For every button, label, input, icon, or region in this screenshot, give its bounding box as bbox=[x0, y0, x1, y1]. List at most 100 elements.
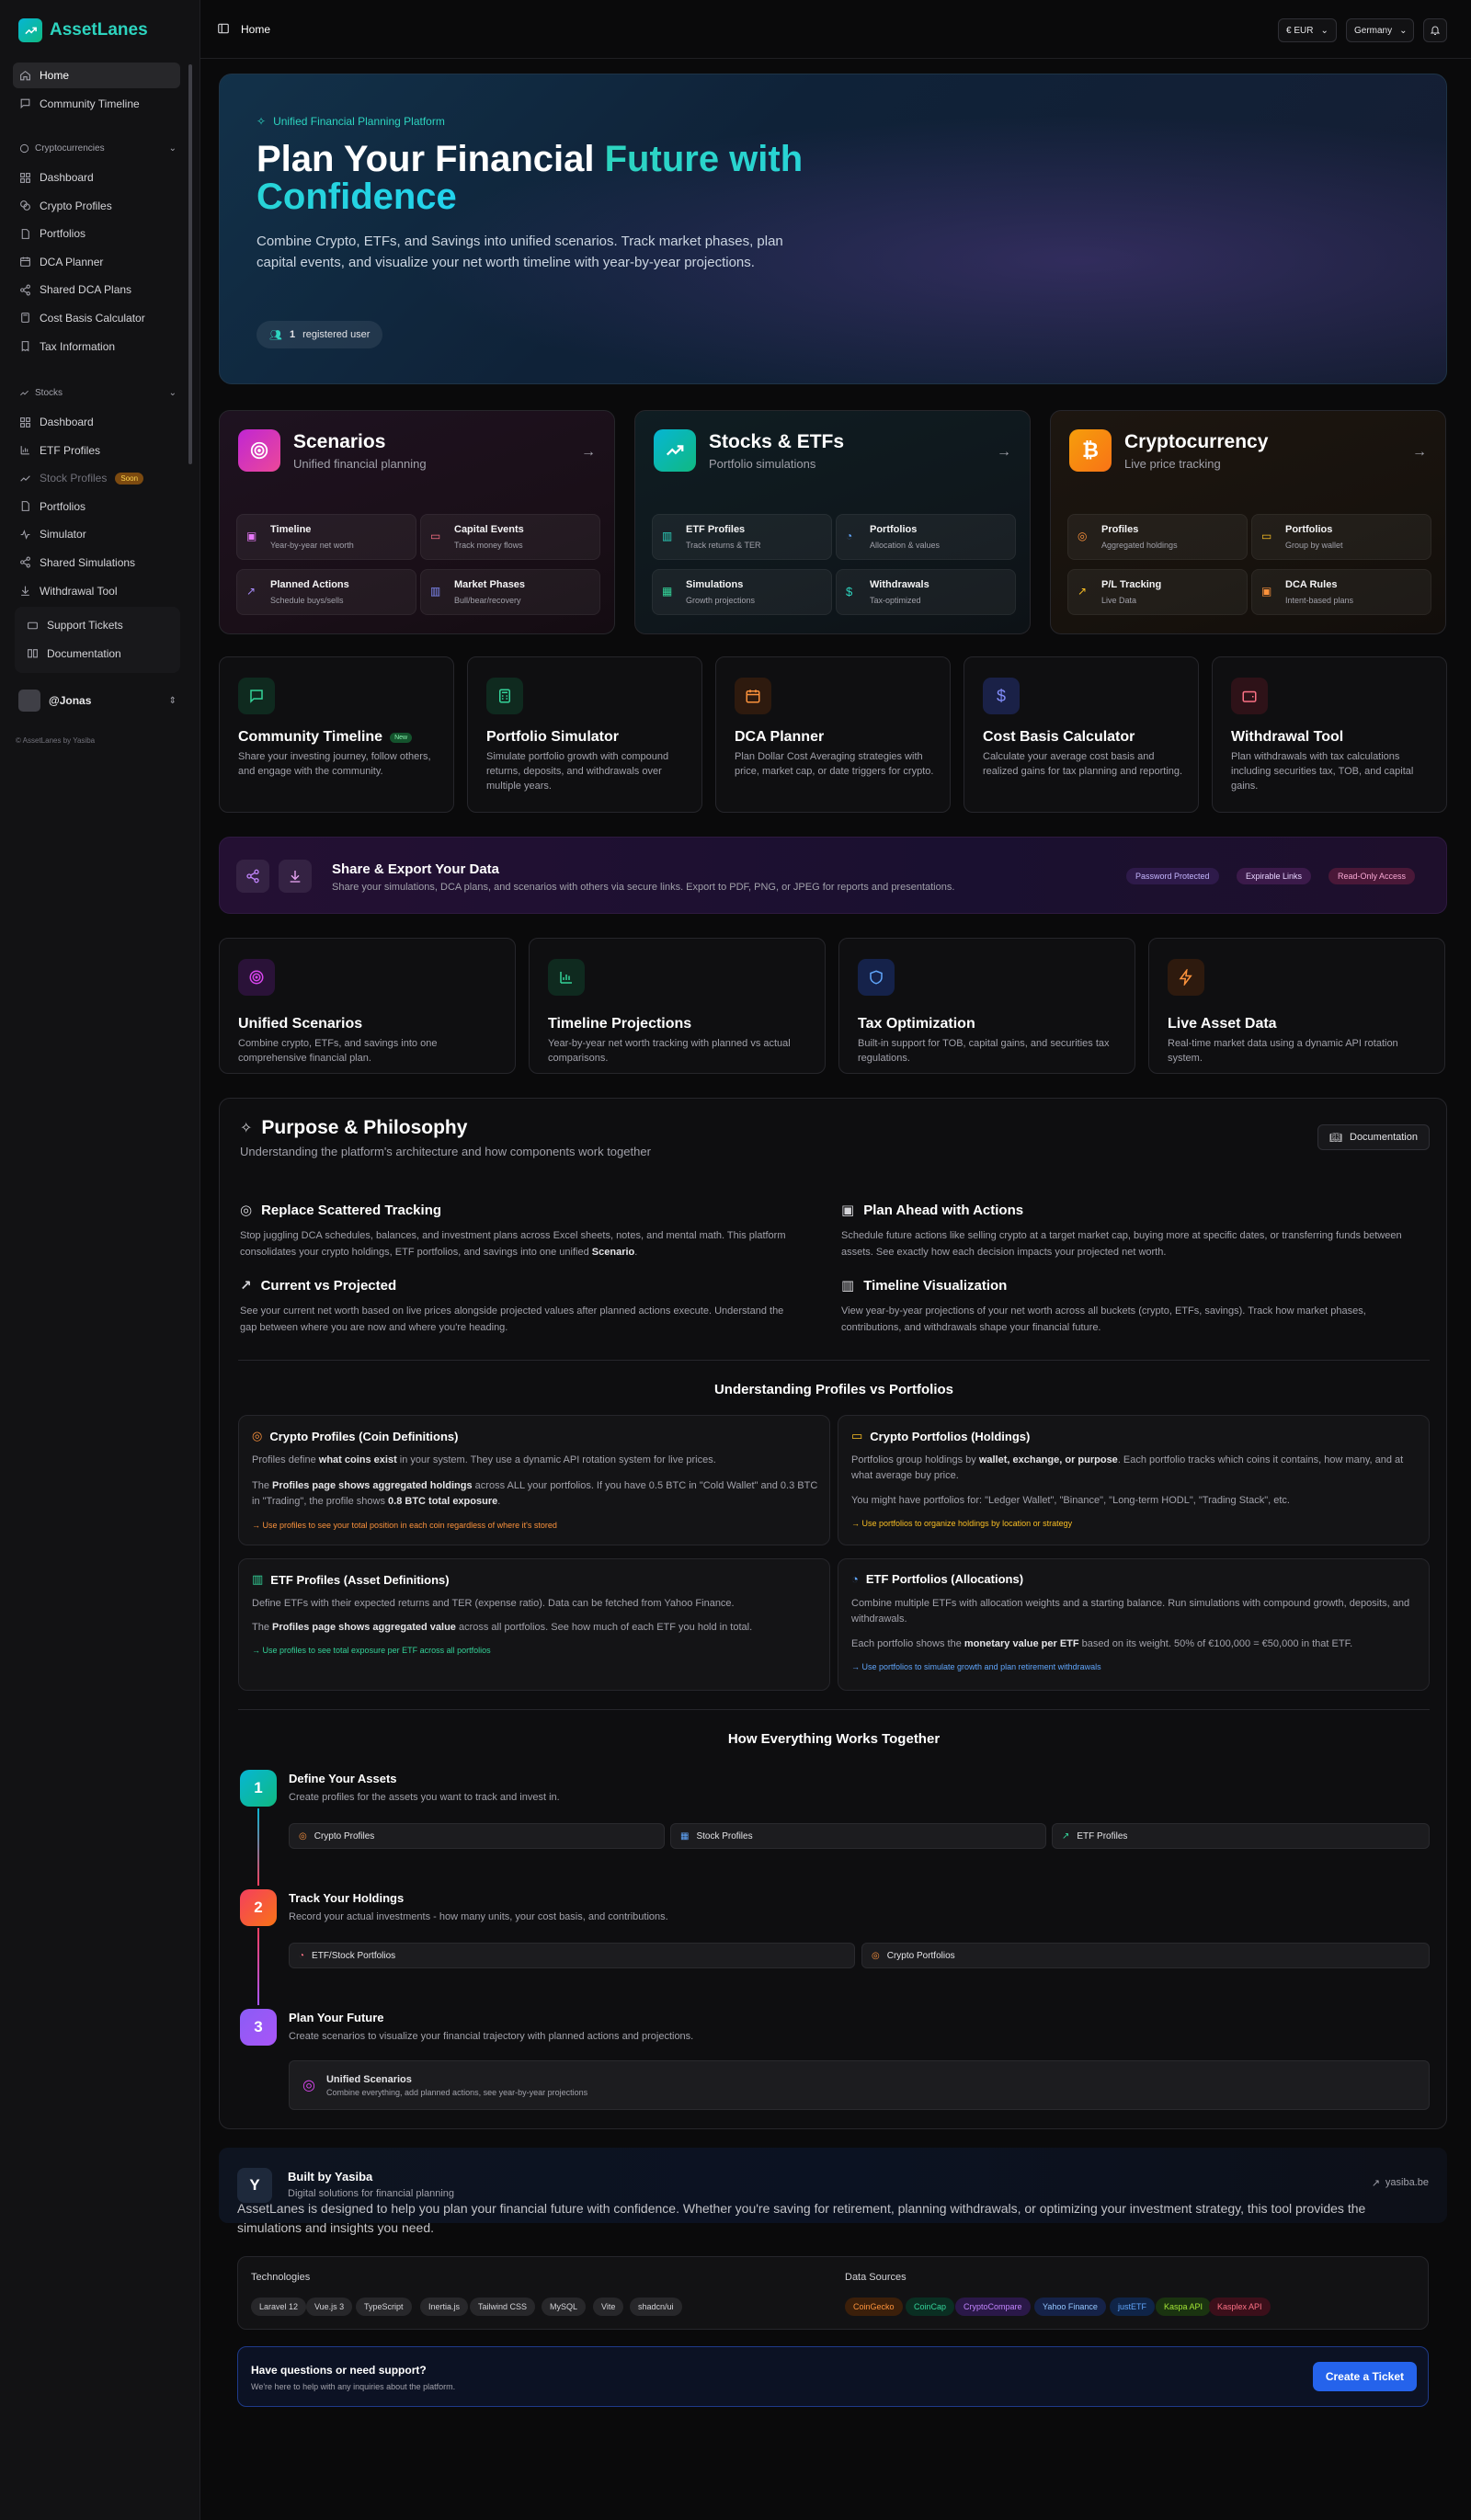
sidebar-item-cost-basis-calculator[interactable]: Cost Basis Calculator bbox=[13, 305, 180, 331]
tile-timeline[interactable]: ▣ Timeline Year-by-year net worth bbox=[236, 514, 416, 560]
create-ticket-button[interactable]: Create a Ticket bbox=[1312, 2362, 1417, 2391]
sidebar-item-shared-simulations[interactable]: Shared Simulations bbox=[13, 550, 180, 576]
data-source-tag: Yahoo Finance bbox=[1034, 2298, 1106, 2316]
tech-tag: MySQL bbox=[542, 2298, 587, 2316]
purpose-subtitle: Understanding the platform's architectur… bbox=[240, 1145, 651, 1158]
sidebar-item-dca-planner[interactable]: DCA Planner bbox=[13, 249, 180, 275]
how-it-works-title: How Everything Works Together bbox=[727, 1731, 941, 1747]
etf-profiles-hint: → Use profiles to see total exposure per… bbox=[252, 1646, 491, 1655]
sidebar-item-documentation[interactable]: Documentation bbox=[20, 641, 175, 667]
sidebar-item-stock-profiles[interactable]: Stock Profiles Soon bbox=[13, 465, 180, 491]
portfolio-simulator-card[interactable]: Portfolio Simulator Simulate portfolio g… bbox=[467, 656, 702, 813]
tile-pl-tracking[interactable]: ↗ P/L Tracking Live Data bbox=[1067, 569, 1248, 615]
cryptocurrency-card[interactable]: ₿ Cryptocurrency Live price tracking → ◎… bbox=[1050, 410, 1446, 634]
tech-tag: Tailwind CSS bbox=[470, 2298, 536, 2316]
wallet-icon: ▭ bbox=[1261, 530, 1272, 542]
book-icon bbox=[28, 649, 38, 658]
sidebar-item-shared-dca-plans[interactable]: Shared DCA Plans bbox=[13, 277, 180, 302]
calendar-icon: ▣ bbox=[841, 1203, 855, 1218]
activity-icon bbox=[20, 529, 30, 540]
sidebar-toggle-icon[interactable] bbox=[217, 22, 230, 35]
bell-icon bbox=[1430, 26, 1441, 35]
community-timeline-card[interactable]: Community Timeline New Share your investi… bbox=[219, 656, 454, 813]
home-icon bbox=[20, 70, 30, 80]
etf-portfolios-hint: → Use portfolios to simulate growth and … bbox=[851, 1662, 1101, 1671]
chip-stock-profiles[interactable]: ▦ Stock Profiles bbox=[670, 1823, 1046, 1849]
purpose-section: ✧ Purpose & Philosophy Understanding the … bbox=[219, 1098, 1447, 2129]
documentation-button[interactable]: 📖︎ Documentation bbox=[1317, 1124, 1430, 1150]
tile-portfolios[interactable]: ◔ Portfolios Allocation & values bbox=[836, 514, 1016, 560]
calendar-icon bbox=[20, 257, 30, 268]
tile-capital-events[interactable]: ▭ Capital Events Track money flows bbox=[420, 514, 600, 560]
tile-withdrawals[interactable]: $ Withdrawals Tax-optimized bbox=[836, 569, 1016, 615]
data-source-tag: Kaspa API bbox=[1156, 2298, 1212, 2316]
cost-basis-calculator-card[interactable]: $ Cost Basis Calculator Calculate your a… bbox=[964, 656, 1199, 813]
tech-tag: Laravel 12 bbox=[251, 2298, 307, 2316]
share-export-banner: Share & Export Your Data Share your simu… bbox=[219, 837, 1447, 914]
hero-subtitle: Combine Crypto, ETFs, and Savings into u… bbox=[257, 234, 783, 270]
registered-users-chip: 👥︎ 1 registered user bbox=[257, 321, 383, 348]
point-desc: See your current net worth based on live… bbox=[240, 1306, 784, 1333]
sidebar-item-tax-information[interactable]: Tax Information bbox=[13, 334, 180, 359]
tile-dca-rules[interactable]: ▣ DCA Rules Intent-based plans bbox=[1251, 569, 1431, 615]
group-cryptocurrencies[interactable]: Cryptocurrencies ⌄ bbox=[13, 138, 180, 158]
trend-icon bbox=[20, 475, 30, 482]
sidebar-item-support-tickets[interactable]: Support Tickets bbox=[20, 612, 175, 638]
group-stocks[interactable]: Stocks ⌄ bbox=[13, 382, 180, 403]
point-title: ▥ Timeline Visualization bbox=[841, 1277, 1008, 1294]
sidebar-item-withdrawal-tool[interactable]: Withdrawal Tool bbox=[13, 578, 180, 604]
share-desc: Share your simulations, DCA plans, and s… bbox=[332, 882, 955, 893]
divider bbox=[238, 1360, 1430, 1361]
tech-tag: TypeScript bbox=[356, 2298, 412, 2316]
trend-logo-icon bbox=[18, 18, 42, 42]
tile-market-phases[interactable]: ▥ Market Phases Bull/bear/recovery bbox=[420, 569, 600, 615]
tile-crypto-portfolios[interactable]: ▭ Portfolios Group by wallet bbox=[1251, 514, 1431, 560]
tile-planned-actions[interactable]: ↗ Planned Actions Schedule buys/sells bbox=[236, 569, 416, 615]
tile-etf-profiles[interactable]: ▥ ETF Profiles Track returns & TER bbox=[652, 514, 832, 560]
sparkles-icon: ✧ bbox=[240, 1121, 253, 1136]
external-link-icon: ↗ bbox=[1371, 2178, 1380, 2189]
chip-etf-stock-portfolios[interactable]: ◔ ETF/Stock Portfolios bbox=[289, 1943, 855, 1968]
chevrons-updown-icon: ⇕ bbox=[168, 695, 177, 706]
trend-icon: ↗ bbox=[246, 585, 257, 598]
chip-crypto-portfolios[interactable]: ◎ Crypto Portfolios bbox=[861, 1943, 1430, 1968]
chip-unified-scenarios[interactable]: ◎ Unified Scenarios Combine everything, a… bbox=[289, 2060, 1430, 2110]
withdrawal-tool-card[interactable]: Withdrawal Tool Plan withdrawals with ta… bbox=[1212, 656, 1447, 813]
stocks-etfs-card[interactable]: Stocks & ETFs Portfolio simulations → ▥ E… bbox=[634, 410, 1031, 634]
sidebar-item-community-timeline[interactable]: Community Timeline bbox=[13, 91, 180, 117]
profiles-hint: → Use profiles to see your total positio… bbox=[252, 1521, 557, 1530]
chip-read-only-access: Read-Only Access bbox=[1328, 868, 1416, 884]
app-logo[interactable]: AssetLanes bbox=[18, 18, 148, 42]
user-menu[interactable]: @Jonas ⇕ bbox=[13, 686, 182, 715]
yasiba-link[interactable]: ↗ yasiba.be bbox=[1372, 2177, 1429, 2189]
sidebar-item-crypto-dashboard[interactable]: Dashboard bbox=[13, 165, 180, 190]
sidebar-item-crypto-profiles[interactable]: Crypto Profiles bbox=[13, 193, 180, 219]
chip-etf-profiles[interactable]: ↗ ETF Profiles bbox=[1052, 1823, 1430, 1849]
app-name: AssetLanes bbox=[50, 20, 148, 40]
grid-icon: ▦ bbox=[680, 1830, 690, 1842]
sidebar-item-home[interactable]: Home bbox=[13, 63, 180, 88]
file-icon bbox=[21, 501, 29, 512]
sidebar-item-etf-profiles[interactable]: ETF Profiles bbox=[13, 438, 180, 463]
shield-icon bbox=[858, 959, 895, 996]
step-title: Define Your Assets bbox=[289, 1772, 397, 1785]
chip-crypto-profiles[interactable]: ◎ Crypto Profiles bbox=[289, 1823, 665, 1849]
divider bbox=[238, 1709, 1430, 1710]
tile-simulations[interactable]: ▦ Simulations Growth projections bbox=[652, 569, 832, 615]
sidebar-item-crypto-portfolios[interactable]: Portfolios bbox=[13, 221, 180, 246]
tile-crypto-profiles[interactable]: ◎ Profiles Aggregated holdings bbox=[1067, 514, 1248, 560]
step-desc: Create scenarios to visualize your finan… bbox=[289, 2031, 694, 2042]
sidebar-item-stocks-dashboard[interactable]: Dashboard bbox=[13, 409, 180, 435]
sidebar-item-simulator[interactable]: Simulator bbox=[13, 521, 180, 547]
dca-planner-card[interactable]: DCA Planner Plan Dollar Cost Averaging s… bbox=[715, 656, 951, 813]
country-select[interactable]: Germany ⌄ bbox=[1346, 18, 1414, 42]
crypto-portfolios-box: ▭ Crypto Portfolios (Holdings) Portfolios… bbox=[838, 1415, 1430, 1545]
step-number: 2 bbox=[240, 1889, 277, 1926]
scenarios-card[interactable]: Scenarios Unified financial planning → ▣… bbox=[219, 410, 615, 634]
sidebar-item-stocks-portfolios[interactable]: Portfolios bbox=[13, 494, 180, 519]
sidebar-scrollbar[interactable] bbox=[188, 64, 192, 464]
share-icon bbox=[236, 860, 269, 893]
notifications-button[interactable] bbox=[1423, 18, 1447, 42]
currency-select[interactable]: € EUR ⌄ bbox=[1278, 18, 1337, 42]
tech-tag: Vue.js 3 bbox=[306, 2298, 353, 2316]
